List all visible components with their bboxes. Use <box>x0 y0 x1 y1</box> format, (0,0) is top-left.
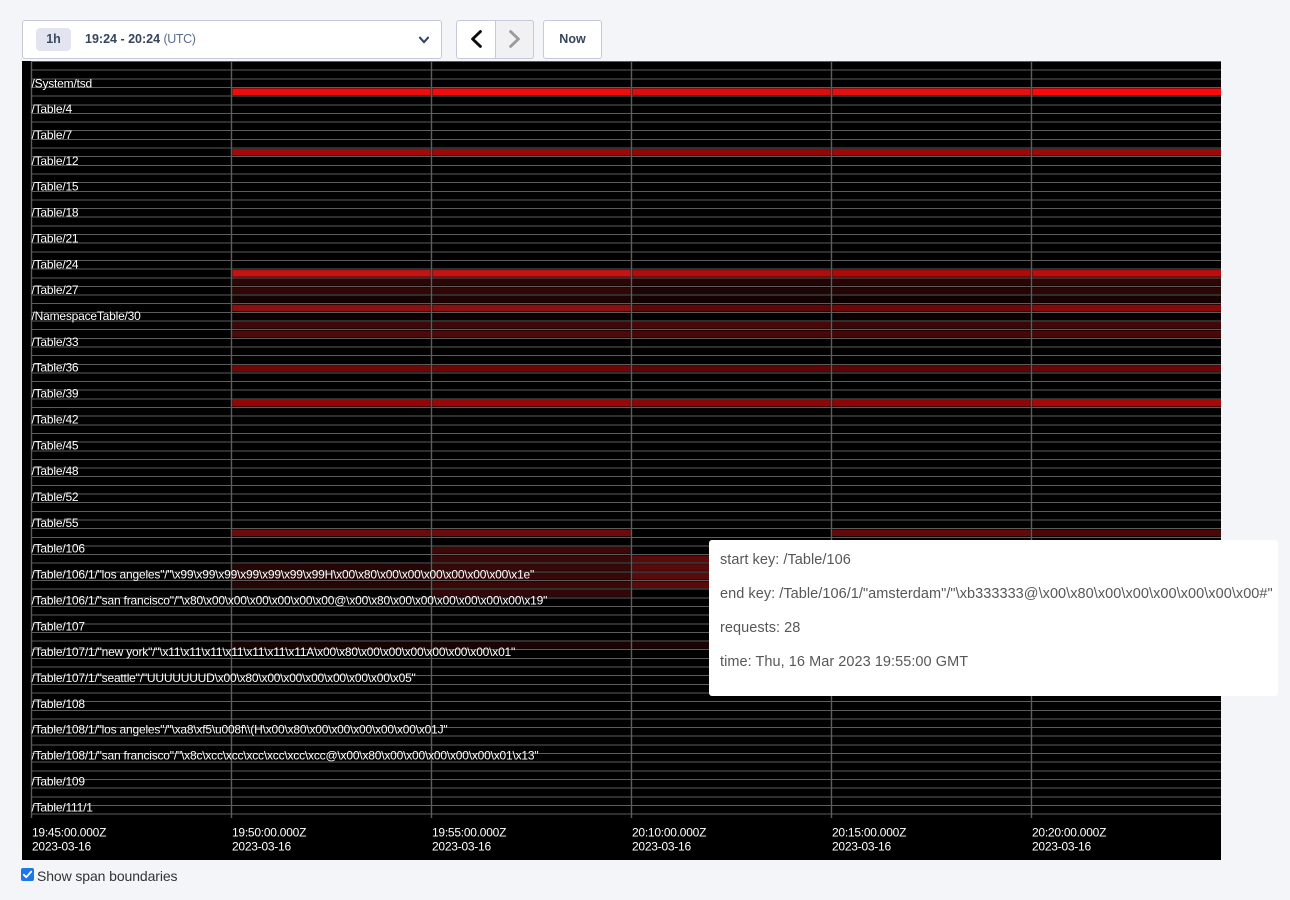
svg-text:19:45:00.000Z: 19:45:00.000Z <box>32 826 106 840</box>
svg-text:/Table/15: /Table/15 <box>32 180 79 194</box>
svg-text:/Table/21: /Table/21 <box>32 231 79 245</box>
svg-text:/Table/52: /Table/52 <box>32 490 79 504</box>
svg-text:20:15:00.000Z: 20:15:00.000Z <box>832 826 906 840</box>
svg-text:/Table/18: /Table/18 <box>32 206 79 220</box>
svg-text:/Table/39: /Table/39 <box>32 387 79 401</box>
svg-text:2023-03-16: 2023-03-16 <box>1032 840 1091 854</box>
svg-text:/Table/27: /Table/27 <box>32 283 79 297</box>
svg-text:20:20:00.000Z: 20:20:00.000Z <box>1032 826 1106 840</box>
svg-text:/Table/108/1/"san francisco"/": /Table/108/1/"san francisco"/"\x8c\xcc\x… <box>32 749 539 763</box>
svg-text:2023-03-16: 2023-03-16 <box>632 840 691 854</box>
svg-text:2023-03-16: 2023-03-16 <box>432 840 491 854</box>
svg-text:/Table/109: /Table/109 <box>32 774 86 788</box>
svg-text:/Table/48: /Table/48 <box>32 464 79 478</box>
svg-text:/Table/107/1/"new york"/"\x11\: /Table/107/1/"new york"/"\x11\x11\x11\x1… <box>32 645 516 659</box>
svg-text:/NamespaceTable/30: /NamespaceTable/30 <box>32 309 142 323</box>
svg-text:/Table/4: /Table/4 <box>32 102 73 116</box>
svg-text:/Table/108: /Table/108 <box>32 697 86 711</box>
svg-text:/Table/55: /Table/55 <box>32 516 79 530</box>
svg-text:19:50:00.000Z: 19:50:00.000Z <box>232 826 306 840</box>
svg-text:20:10:00.000Z: 20:10:00.000Z <box>632 826 706 840</box>
svg-text:2023-03-16: 2023-03-16 <box>232 840 291 854</box>
svg-text:/Table/107: /Table/107 <box>32 619 86 633</box>
svg-text:/Table/106/1/"los angeles"/"\x: /Table/106/1/"los angeles"/"\x99\x99\x99… <box>32 568 535 582</box>
svg-text:/Table/107/1/"seattle"/"UUUUUU: /Table/107/1/"seattle"/"UUUUUUUD\x00\x80… <box>32 671 416 685</box>
svg-text:/System/tsd: /System/tsd <box>32 76 92 90</box>
svg-text:2023-03-16: 2023-03-16 <box>832 840 891 854</box>
svg-text:/Table/106: /Table/106 <box>32 542 86 556</box>
svg-text:/Table/36: /Table/36 <box>32 361 79 375</box>
svg-text:2023-03-16: 2023-03-16 <box>32 840 91 854</box>
svg-text:/Table/45: /Table/45 <box>32 438 79 452</box>
svg-text:/Table/42: /Table/42 <box>32 412 79 426</box>
svg-text:/Table/111/1: /Table/111/1 <box>32 800 94 814</box>
svg-text:/Table/24: /Table/24 <box>32 257 79 271</box>
svg-text:/Table/33: /Table/33 <box>32 335 79 349</box>
svg-text:/Table/106/1/"san francisco"/": /Table/106/1/"san francisco"/"\x80\x00\x… <box>32 593 548 607</box>
svg-text:/Table/12: /Table/12 <box>32 154 79 168</box>
svg-text:/Table/7: /Table/7 <box>32 128 73 142</box>
svg-text:19:55:00.000Z: 19:55:00.000Z <box>432 826 506 840</box>
svg-text:/Table/108/1/"los angeles"/"\x: /Table/108/1/"los angeles"/"\xa8\xf5\u00… <box>32 723 448 737</box>
